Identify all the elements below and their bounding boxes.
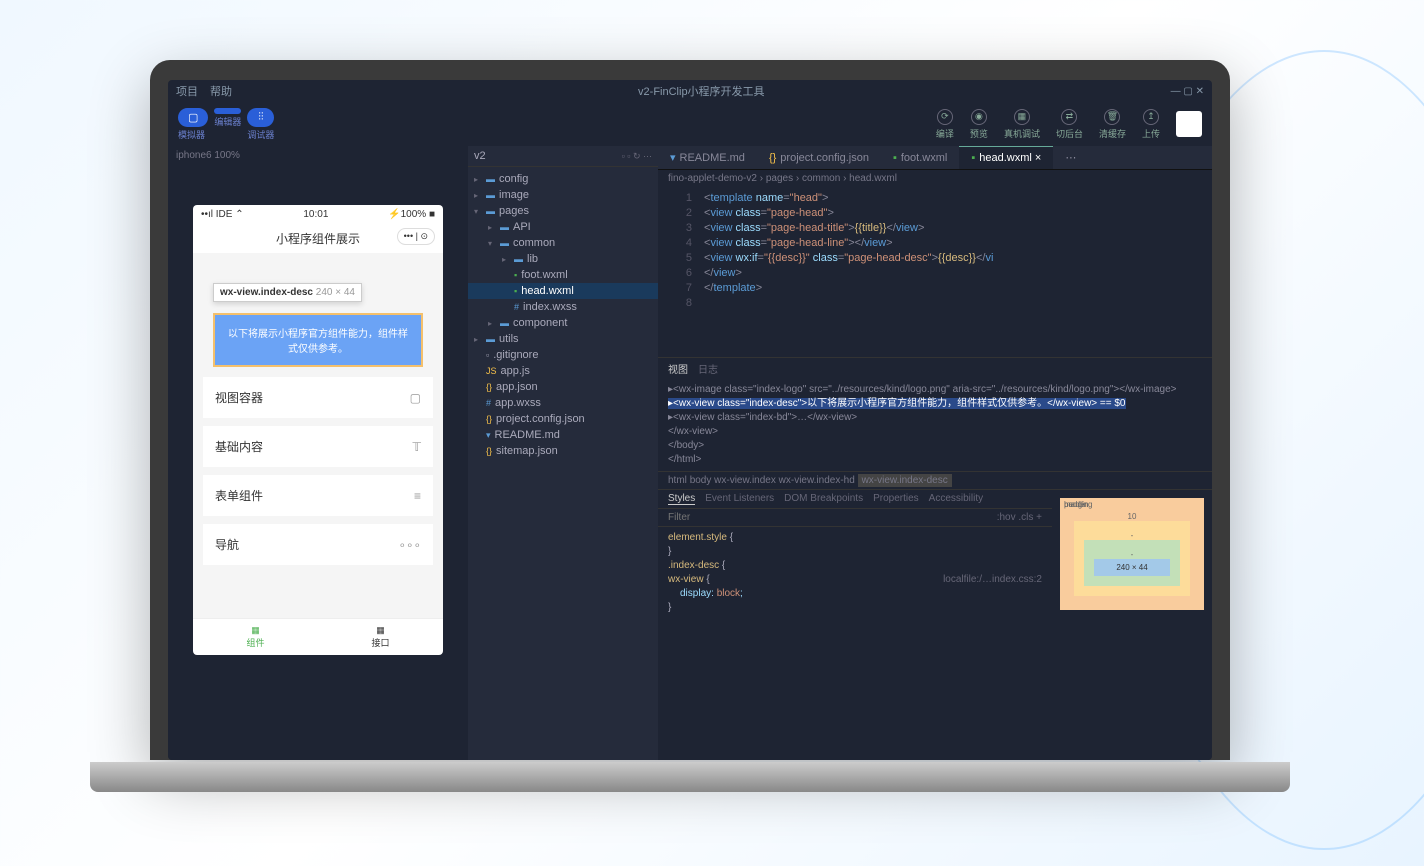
toolbar-预览[interactable]: ◉预览 (970, 109, 988, 140)
tree-item-utils[interactable]: ▸▬utils (468, 331, 658, 347)
menu-项目[interactable]: 项目 (176, 83, 198, 99)
app-title: 小程序组件展示 (276, 232, 360, 246)
devtools: 视图日志 ▸<wx-image class="index-logo" src="… (658, 357, 1212, 760)
titlebar: 项目帮助 v2-FinClip小程序开发工具 — ▢ ✕ (168, 80, 1212, 102)
toolbar-编译[interactable]: ⟳编译 (936, 109, 954, 140)
device-label: iphone6 100% (168, 146, 468, 165)
styles-tab-Accessibility[interactable]: Accessibility (929, 493, 983, 505)
elements-panel[interactable]: ▸<wx-image class="index-logo" src="../re… (658, 379, 1212, 471)
tree-item-lib[interactable]: ▸▬lib (468, 251, 658, 267)
editor-panel: ▾README.md{}project.config.json▪foot.wxm… (658, 146, 1212, 760)
tree-item-foot.wxml[interactable]: ▪foot.wxml (468, 267, 658, 283)
toolbar-上传[interactable]: ↥上传 (1142, 109, 1160, 140)
styles-tab-Styles[interactable]: Styles (668, 493, 695, 505)
toolbar-切后台[interactable]: ⇄切后台 (1056, 109, 1083, 140)
dom-breadcrumb[interactable]: html body wx-view.index wx-view.index-hd… (658, 471, 1212, 490)
tree-item-README.md[interactable]: ▾README.md (468, 427, 658, 443)
list-item[interactable]: 表单组件≡ (203, 475, 433, 516)
window-title: v2-FinClip小程序开发工具 (232, 83, 1171, 99)
breadcrumb[interactable]: fino-applet-demo-v2 › pages › common › h… (658, 170, 1212, 187)
styles-filter-input[interactable] (668, 512, 997, 523)
css-rules[interactable]: element.style {}.index-desc {</span></di… (658, 527, 1052, 619)
tree-item-component[interactable]: ▸▬component (468, 315, 658, 331)
crumb-body[interactable]: body (690, 475, 712, 486)
tab-project.config.json[interactable]: {}project.config.json (757, 146, 881, 169)
tree-item-app.js[interactable]: JSapp.js (468, 363, 658, 379)
ide-screen: 项目帮助 v2-FinClip小程序开发工具 — ▢ ✕ ▢模拟器编辑器⫶⫶调试… (168, 80, 1212, 760)
tree-item-common[interactable]: ▾▬common (468, 235, 658, 251)
list-item[interactable]: 导航∘∘∘ (203, 524, 433, 565)
menu-帮助[interactable]: 帮助 (210, 83, 232, 99)
devtools-tab-日志[interactable]: 日志 (698, 361, 718, 376)
devtools-tab-视图[interactable]: 视图 (668, 361, 688, 376)
simulator-panel: iphone6 100% ••ıl IDE ⌃ 10:01 ⚡100% ■ 小程… (168, 146, 468, 760)
avatar[interactable] (1176, 111, 1202, 137)
toolbar: ▢模拟器编辑器⫶⫶调试器 ⟳编译◉预览▦真机调试⇄切后台🗑清缓存↥上传 (168, 102, 1212, 146)
window-controls[interactable]: — ▢ ✕ (1171, 86, 1204, 97)
editor-tabs[interactable]: ▾README.md{}project.config.json▪foot.wxm… (658, 146, 1212, 170)
tab-接口[interactable]: ▦接口 (318, 619, 443, 655)
tree-item-index.wxss[interactable]: #index.wxss (468, 299, 658, 315)
capsule-button[interactable]: ••• | ⊙ (397, 228, 435, 245)
tree-item-.gitignore[interactable]: ▫.gitignore (468, 347, 658, 363)
box-model: margin10 border- padding- 240 × 44 (1052, 490, 1212, 760)
laptop-mockup: 项目帮助 v2-FinClip小程序开发工具 — ▢ ✕ ▢模拟器编辑器⫶⫶调试… (150, 60, 1230, 780)
list-item[interactable]: 视图容器▢ (203, 377, 433, 418)
tab-head.wxml[interactable]: ▪head.wxml × (959, 146, 1053, 169)
filter-toggles[interactable]: :hov .cls + (997, 512, 1042, 523)
toolbar-清缓存[interactable]: 🗑清缓存 (1099, 109, 1126, 140)
toolbar-调试器[interactable]: ⫶⫶ (247, 108, 274, 127)
toolbar-模拟器[interactable]: ▢ (178, 108, 208, 127)
tree-actions[interactable]: ▫ ▫ ↻ ⋯ (622, 151, 652, 162)
tree-item-head.wxml[interactable]: ▪head.wxml (468, 283, 658, 299)
tab-组件[interactable]: ▦组件 (193, 619, 318, 655)
status-time: 10:01 (303, 209, 328, 220)
highlighted-element[interactable]: 以下将展示小程序官方组件能力，组件样式仅供参考。 (213, 313, 423, 367)
styles-tab-Event Listeners[interactable]: Event Listeners (705, 493, 774, 505)
inspect-tooltip: wx-view.index-desc 240 × 44 (213, 283, 362, 302)
file-tree-panel: v2 ▫ ▫ ↻ ⋯ ▸▬config▸▬image▾▬pages▸▬API▾▬… (468, 146, 658, 760)
tree-item-API[interactable]: ▸▬API (468, 219, 658, 235)
file-tree[interactable]: ▸▬config▸▬image▾▬pages▸▬API▾▬common▸▬lib… (468, 167, 658, 463)
phone-preview[interactable]: ••ıl IDE ⌃ 10:01 ⚡100% ■ 小程序组件展示 ••• | ⊙… (193, 205, 443, 655)
tree-item-config[interactable]: ▸▬config (468, 171, 658, 187)
styles-tab-DOM Breakpoints[interactable]: DOM Breakpoints (784, 493, 863, 505)
tree-item-image[interactable]: ▸▬image (468, 187, 658, 203)
tab-foot.wxml[interactable]: ▪foot.wxml (881, 146, 959, 169)
list-item[interactable]: 基础内容𝕋 (203, 426, 433, 467)
styles-tab-Properties[interactable]: Properties (873, 493, 919, 505)
crumb-html[interactable]: html (668, 475, 687, 486)
tree-item-sitemap.json[interactable]: {}sitemap.json (468, 443, 658, 459)
tab-README.md[interactable]: ▾README.md (658, 146, 757, 169)
toolbar-真机调试[interactable]: ▦真机调试 (1004, 109, 1040, 140)
tree-root: v2 (474, 150, 486, 162)
tree-item-pages[interactable]: ▾▬pages (468, 203, 658, 219)
code-editor[interactable]: 1<template name="head">2 <view class="pa… (658, 187, 1212, 357)
crumb-wx-view.index[interactable]: wx-view.index (714, 475, 776, 486)
tree-item-app.wxss[interactable]: #app.wxss (468, 395, 658, 411)
toolbar-编辑器[interactable] (214, 108, 241, 114)
status-left: ••ıl IDE ⌃ (201, 209, 244, 220)
tree-item-project.config.json[interactable]: {}project.config.json (468, 411, 658, 427)
status-right: ⚡100% ■ (388, 209, 435, 220)
tree-item-app.json[interactable]: {}app.json (468, 379, 658, 395)
tabs-overflow[interactable]: ⋯ (1053, 146, 1088, 169)
crumb-wx-view.index-desc[interactable]: wx-view.index-desc (858, 474, 952, 487)
crumb-wx-view.index-hd[interactable]: wx-view.index-hd (779, 475, 855, 486)
